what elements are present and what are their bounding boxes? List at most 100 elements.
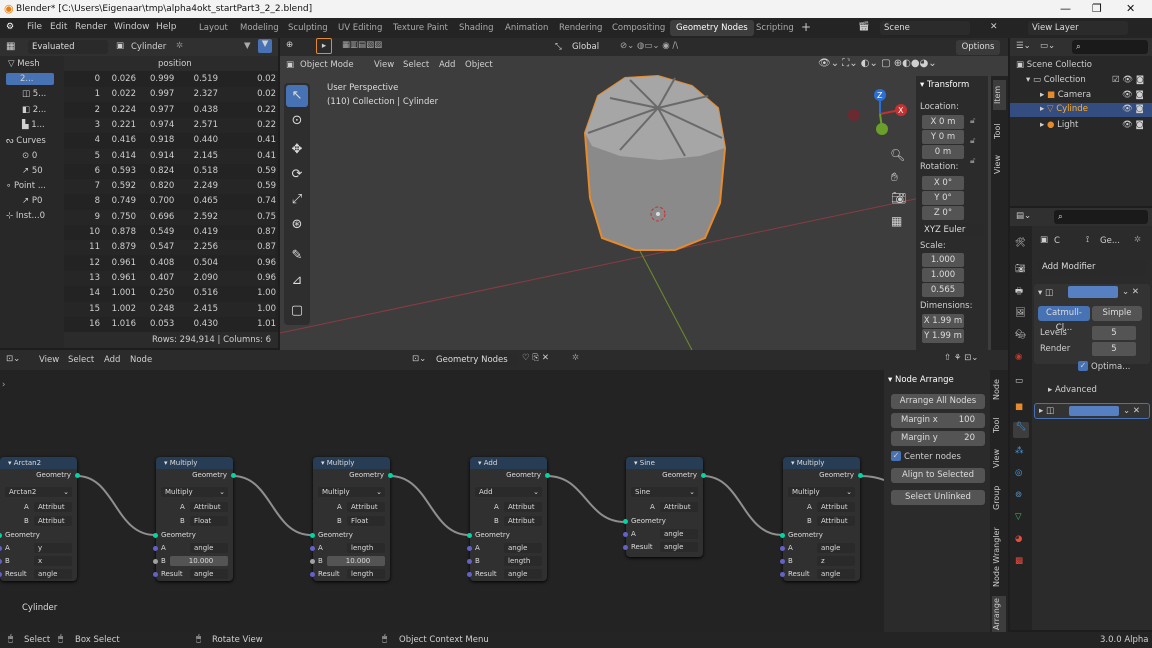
rotation-x-field[interactable]: X 0° — [922, 176, 964, 190]
display-mode-icon[interactable]: ▭⌄ — [1040, 41, 1055, 51]
result-field[interactable]: angle — [504, 569, 542, 579]
close-button[interactable]: ✕ — [1126, 0, 1135, 18]
simple-button[interactable]: Simple — [1092, 306, 1142, 321]
transform-panel-title[interactable]: ▾ Transform — [920, 80, 969, 90]
rotate-tool-icon[interactable]: ⟳ — [286, 164, 308, 186]
pin-icon[interactable]: ✲ — [1134, 235, 1141, 245]
sidebar-item-mesh[interactable]: ▽ Mesh — [8, 59, 40, 69]
modifier-collapse-icon[interactable]: ▾ ◫ — [1038, 288, 1053, 298]
geometry-output-socket[interactable] — [701, 473, 706, 478]
annotate-tool-icon[interactable]: ✎ — [286, 245, 308, 267]
input-a-type-dropdown[interactable]: Attribut — [347, 502, 385, 512]
scale-y-field[interactable]: 1.000 — [922, 268, 964, 282]
input-b-socket[interactable] — [310, 559, 315, 564]
node-editor[interactable]: ⊡⌄ View Select Add Node ⊡⌄ Geometry Node… — [0, 350, 1008, 632]
sidebar-item-instances[interactable]: ⊹ Inst...0 — [6, 211, 45, 221]
input-b-socket[interactable] — [467, 559, 472, 564]
tab-rendering[interactable]: Rendering — [553, 20, 608, 36]
camera-view-icon[interactable]: 📷︎ — [891, 191, 906, 205]
geometry-output-socket[interactable] — [75, 473, 80, 478]
operation-dropdown[interactable]: Multiply ⌄ — [788, 487, 855, 497]
result-field[interactable]: angle — [34, 569, 72, 579]
render-levels-field[interactable]: 5 — [1092, 342, 1136, 356]
npanel-tab-item[interactable]: Item — [993, 80, 1006, 110]
node-header[interactable]: ▾ Add — [470, 457, 547, 469]
npanel-tab-view[interactable]: View — [993, 150, 1006, 180]
node-header[interactable]: ▾ Arctan2 — [0, 457, 77, 469]
node-tab-view[interactable]: View — [992, 444, 1006, 474]
input-b-type-dropdown[interactable]: Attribut — [34, 516, 72, 526]
operation-dropdown[interactable]: Multiply ⌄ — [318, 487, 385, 497]
outliner-cylinder-selected[interactable]: ▸ ▽ Cylinde 👁︎ ◙ — [1010, 103, 1152, 117]
location-x-field[interactable]: X 0 m — [922, 115, 964, 129]
properties-editor-icon[interactable]: ▤⌄ — [1016, 211, 1031, 221]
filter-icon[interactable]: ▼ — [244, 41, 251, 51]
node-tab-tool[interactable]: Tool — [992, 410, 1006, 440]
node-add[interactable]: ▾ Add Geometry Add ⌄ A Attribut B Attribut Geome… — [467, 457, 550, 581]
sidebar-item-face[interactable]: ◧ 2... — [22, 105, 46, 115]
sidebar-item-spline[interactable]: ↗ 50 — [22, 166, 43, 176]
node-tab-arrange[interactable]: Arrange — [992, 596, 1006, 632]
input-a-field[interactable]: angle — [504, 543, 542, 553]
scale-z-field[interactable]: 0.565 — [922, 283, 964, 297]
maximize-button[interactable]: ❐ — [1092, 0, 1102, 18]
menu-file[interactable]: File — [27, 22, 42, 32]
input-b-field[interactable]: z — [817, 556, 855, 566]
move-tool-icon[interactable]: ✥ — [286, 139, 308, 161]
lock-icons[interactable]: 🔓︎ 🔓︎ 🔓︎ — [970, 116, 976, 166]
visibility-icons[interactable]: ☑ 👁︎ ◙ — [1112, 75, 1144, 85]
ortho-grid-icon[interactable]: ▦ — [891, 214, 902, 228]
margin-x-field[interactable]: Margin x 100 — [891, 413, 985, 428]
node-tab-node[interactable]: Node — [992, 374, 1006, 406]
input-a-type-dropdown[interactable]: Attribut — [660, 502, 698, 512]
node-tab-node-wrangler[interactable]: Node Wrangler — [992, 522, 1006, 592]
texture-tab-icon[interactable]: ▩ — [1015, 556, 1023, 566]
advanced-subpanel[interactable]: ▸ Advanced — [1048, 385, 1097, 395]
geometry-output-socket[interactable] — [858, 473, 863, 478]
rotation-mode-select[interactable]: XYZ Euler — [920, 223, 984, 237]
input-b-type-dropdown[interactable]: Attribut — [817, 516, 855, 526]
result-socket[interactable] — [467, 572, 472, 577]
result-field[interactable]: angle — [190, 569, 228, 579]
view-layer-tab-icon[interactable]: 🖼︎ — [1015, 308, 1026, 318]
input-b-field[interactable]: 10.000 — [327, 556, 385, 566]
rotation-z-field[interactable]: Z 0° — [922, 206, 964, 220]
sidebar-item-control-point[interactable]: ⊙ 0 — [22, 151, 37, 161]
input-b-type-dropdown[interactable]: Attribut — [504, 516, 542, 526]
close-scene-icon[interactable]: ✕ — [990, 22, 998, 32]
physics-tab-icon[interactable]: ◎ — [1015, 468, 1022, 478]
result-socket[interactable] — [623, 545, 628, 550]
evaluation-mode-select[interactable]: Evaluated — [28, 40, 108, 54]
node-tab-group[interactable]: Group — [992, 478, 1006, 518]
arrange-panel-title[interactable]: ▾ Node Arrange — [888, 375, 954, 385]
sidebar-item-curves[interactable]: ᔓ Curves — [6, 136, 46, 146]
operation-dropdown[interactable]: Multiply ⌄ — [161, 487, 228, 497]
data-tab-icon[interactable]: ▽ — [1015, 512, 1022, 522]
input-a-field[interactable]: angle — [817, 543, 855, 553]
geometry-output-socket[interactable] — [231, 473, 236, 478]
select-unlinked-button[interactable]: Select Unlinked — [891, 490, 985, 505]
menu-edit[interactable]: Edit — [50, 22, 67, 32]
outliner-scene-collection[interactable]: ▣ Scene Collectio — [1016, 60, 1152, 70]
geometry-input-socket[interactable] — [310, 533, 315, 538]
result-field[interactable]: angle — [817, 569, 855, 579]
operation-dropdown[interactable]: Sine ⌄ — [631, 487, 698, 497]
modifier-tab-icon[interactable]: 🔧︎ — [1013, 422, 1029, 438]
collection-tab-icon[interactable]: ▭ — [1015, 376, 1023, 386]
cursor-tool-icon[interactable]: ⊙ — [286, 110, 308, 132]
sidebar-item-edge[interactable]: ◫ 5... — [22, 89, 46, 99]
cylinder-object[interactable] — [583, 74, 727, 251]
scene-selector[interactable]: Scene — [880, 21, 970, 35]
menu-help[interactable]: Help — [156, 22, 177, 32]
input-a-type-dropdown[interactable]: Attribut — [190, 502, 228, 512]
particles-tab-icon[interactable]: ⁂ — [1015, 446, 1024, 456]
optimal-display-checkbox[interactable]: ✓ — [1078, 361, 1088, 371]
dimension-y-field[interactable]: Y 1.99 m — [922, 329, 964, 343]
levels-field[interactable]: 5 — [1092, 326, 1136, 340]
outliner-collection[interactable]: ▾ ▭ Collection ☑ 👁︎ ◙ — [1026, 75, 1152, 85]
select-box-tool-icon[interactable]: ↖ — [286, 85, 308, 107]
result-socket[interactable] — [780, 572, 785, 577]
sidebar-item-corner[interactable]: ▙ 1... — [22, 120, 45, 130]
input-a-socket[interactable] — [153, 546, 158, 551]
material-tab-icon[interactable]: ◕ — [1015, 534, 1022, 544]
